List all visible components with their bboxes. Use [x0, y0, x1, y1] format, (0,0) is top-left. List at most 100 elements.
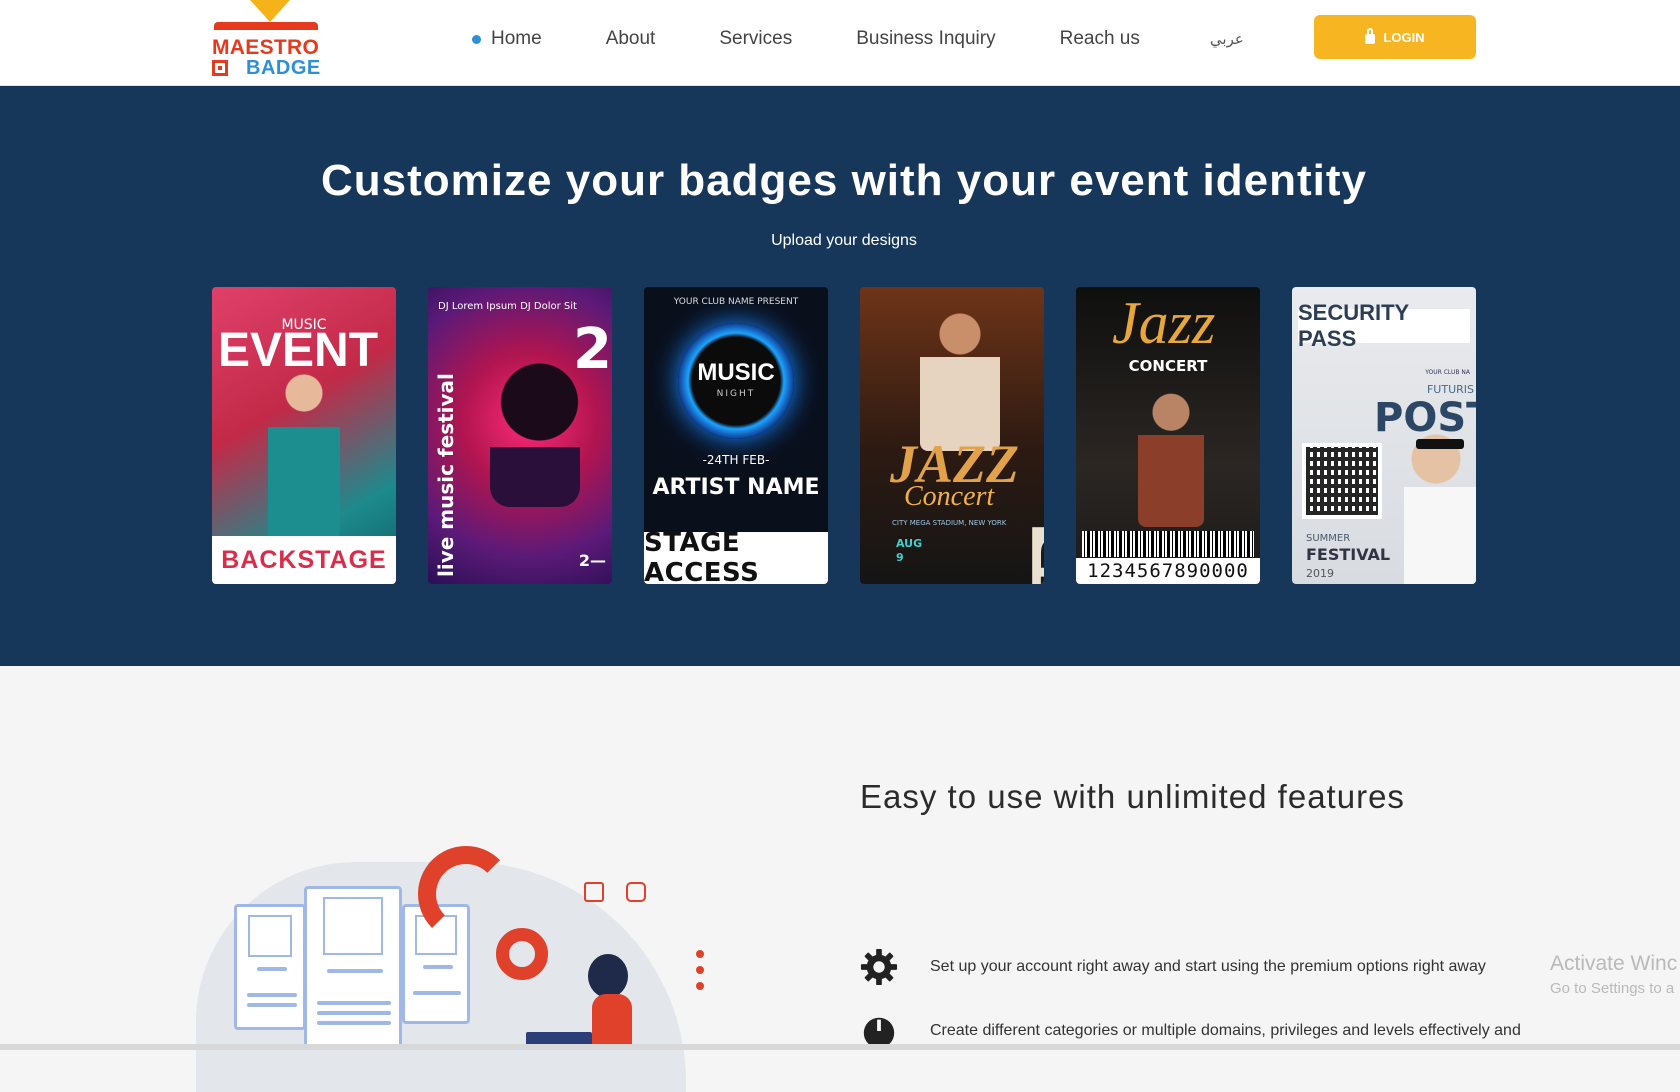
checkbox-empty-icon — [626, 882, 646, 902]
gear-icon — [418, 846, 514, 942]
card-summer: SUMMER — [1306, 533, 1351, 544]
nav-services-label: Services — [719, 28, 793, 49]
card-top-text: YOUR CLUB NAME PRESENT — [673, 297, 799, 307]
line-decoration — [247, 1003, 297, 1007]
os-watermark-subtitle: Go to Settings to a — [1550, 980, 1675, 997]
hero-section: Customize your badges with your event id… — [0, 86, 1680, 666]
woman-hair — [588, 954, 628, 998]
card-person-image — [268, 357, 340, 537]
badge-card-music-festival[interactable]: DJ Lorem Ipsum DJ Dolor Sit 2 live music… — [428, 287, 612, 584]
card-date: -24TH FEB- — [702, 453, 770, 467]
nav-home[interactable]: Home — [472, 28, 542, 50]
card-date: 2— — [578, 551, 606, 570]
card-info: CITY MEGA STADIUM, NEW YORK — [892, 519, 1007, 527]
card-footer-text: BACKSTAGE — [221, 545, 387, 574]
glasses-image — [1416, 439, 1464, 449]
line-decoration — [257, 967, 287, 971]
card-person-image — [1138, 387, 1204, 527]
card-number: 2 — [573, 317, 612, 382]
card-day: 9 — [896, 551, 904, 564]
lock-icon — [1365, 28, 1376, 44]
nav-business-inquiry-label: Business Inquiry — [856, 28, 996, 49]
logo-text-badge: BADGE — [246, 57, 321, 79]
badge-card-security-pass[interactable]: SECURITY PASS YOUR CLUB NA FUTURIS POST … — [1292, 287, 1476, 584]
woman-laptop-illustration — [526, 954, 646, 1050]
nav-about-label: About — [605, 28, 656, 49]
badge-card-backstage[interactable]: MUSIC EVENT BACKSTAGE — [212, 287, 396, 584]
line-decoration — [317, 1021, 391, 1025]
line-decoration — [317, 1011, 391, 1015]
badge-gallery: MUSIC EVENT BACKSTAGE DJ Lorem Ipsum DJ … — [212, 287, 1476, 584]
features-illustration — [196, 832, 716, 1092]
logo-ribbon — [214, 22, 318, 30]
card-script: Concert — [904, 481, 995, 512]
line-decoration — [317, 1001, 391, 1005]
avatar-man-icon — [323, 897, 383, 955]
card-person-image — [1404, 427, 1476, 584]
badge-card-jazz-vip[interactable]: JAZZ Concert CITY MEGA STADIUM, NEW YORK… — [860, 287, 1044, 584]
bottom-edge — [0, 1044, 1680, 1050]
id-card-illustration — [304, 886, 402, 1050]
dot-icon — [696, 950, 704, 958]
card-header: SECURITY PASS — [1298, 300, 1470, 351]
line-decoration — [327, 969, 383, 973]
woman-body — [592, 994, 632, 1050]
card-person-image — [920, 301, 1000, 451]
hero-title: Customize your badges with your event id… — [321, 156, 1367, 205]
card-vip-badge: VIP — [1032, 527, 1044, 584]
nav-reach-us[interactable]: Reach us — [1060, 28, 1140, 50]
main-nav: Home About Services Business Inquiry Rea… — [472, 24, 1308, 54]
card-title: Jazz — [1112, 290, 1216, 356]
badge-card-jazz-concert[interactable]: Jazz CONCERT 1234567890000 — [1076, 287, 1260, 584]
feature-text: Set up your account right away and start… — [930, 958, 1486, 975]
maestro-badge-logo[interactable]: MAESTRO BADGE — [212, 0, 321, 80]
language-label: عربي — [1209, 30, 1244, 48]
line-decoration — [247, 993, 297, 997]
card-artist: ARTIST NAME — [652, 475, 820, 500]
nav-business-inquiry[interactable]: Business Inquiry — [856, 28, 995, 50]
checkbox-checked-icon — [584, 882, 604, 902]
logo-v-mark — [250, 0, 290, 22]
card-footer-text: STAGE ACCESS — [644, 528, 760, 584]
qr-icon — [212, 60, 228, 76]
card-header-text: SECURITY PASS — [1298, 300, 1409, 351]
card-club: YOUR CLUB NA — [1425, 369, 1470, 376]
id-card-illustration — [234, 904, 306, 1030]
features-title: Easy to use with unlimited features — [860, 778, 1405, 815]
language-switch[interactable]: عربي — [1210, 30, 1244, 48]
badge-card-stage-access[interactable]: YOUR CLUB NAME PRESENT MUSIC NIGHT -24TH… — [644, 287, 828, 584]
card-footer: BACKSTAGE — [212, 536, 396, 584]
login-button[interactable]: LOGIN — [1314, 15, 1476, 59]
nav-home-label: Home — [491, 28, 542, 49]
nav-reach-us-label: Reach us — [1059, 28, 1140, 49]
gear-icon — [496, 928, 548, 980]
avatar-woman-icon — [248, 915, 292, 957]
card-date: AUG 9 — [896, 537, 922, 565]
card-subtitle: CONCERT — [1128, 357, 1208, 375]
active-dot-icon — [472, 34, 481, 44]
card-footer: 1234567890000 — [1076, 558, 1260, 584]
card-top-text: DJ Lorem Ipsum DJ Dolor Sit — [438, 301, 577, 312]
nav-about[interactable]: About — [606, 28, 656, 50]
qr-code-icon — [1302, 443, 1382, 519]
card-title: MUSIC — [697, 359, 775, 386]
site-header: MAESTRO BADGE Home About Services Busine… — [0, 0, 1680, 86]
feature-item: Set up your account right away and start… — [860, 948, 1486, 986]
features-section: Easy to use with unlimited features Set … — [0, 666, 1680, 1092]
card-subtitle: NIGHT — [716, 389, 756, 399]
os-watermark-title: Activate Winc — [1550, 952, 1678, 975]
barcode-icon — [1082, 531, 1254, 557]
qr-pattern — [1306, 447, 1378, 515]
card-vertical-text: live music festival — [434, 373, 458, 577]
feature-text: Create different categories or multiple … — [930, 1022, 1521, 1039]
hero-subtitle: Upload your designs — [771, 232, 917, 249]
login-label: LOGIN — [1383, 29, 1425, 45]
nav-services[interactable]: Services — [719, 28, 792, 50]
line-decoration — [423, 965, 453, 969]
dot-icon — [696, 982, 704, 990]
card-year: 2019 — [1306, 567, 1334, 580]
dot-icon — [696, 966, 704, 974]
card-footer: STAGE ACCESS — [644, 528, 828, 584]
barcode-number: 1234567890000 — [1087, 560, 1249, 582]
card-festival: FESTIVAL — [1306, 545, 1391, 564]
